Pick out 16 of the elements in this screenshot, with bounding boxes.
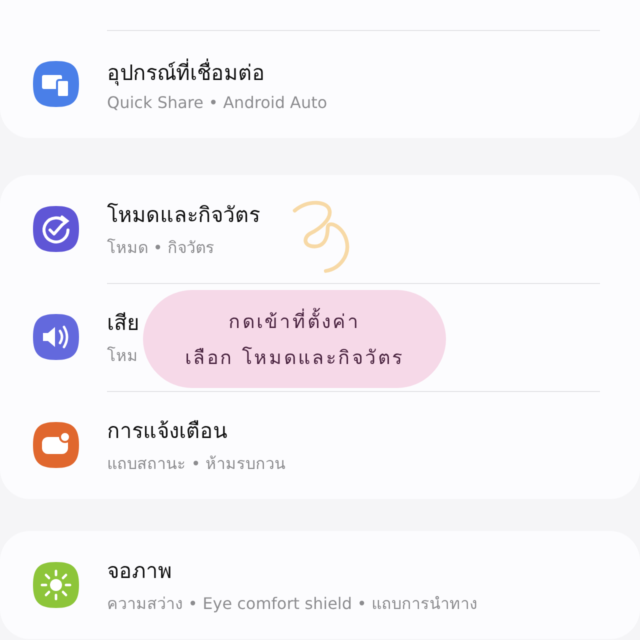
setting-summary: ความสว่าง • Eye comfort shield • แถบการนำทาง bbox=[107, 593, 478, 615]
setting-summary: Quick Share • Android Auto bbox=[107, 93, 328, 112]
setting-title: โหมดและกิจวัตร bbox=[107, 202, 260, 229]
setting-summary: โหม bbox=[107, 345, 139, 367]
notification-icon bbox=[33, 422, 79, 468]
caption-text: กดเข้าที่ตั้งค่า bbox=[228, 306, 360, 336]
setting-summary: โหมด • กิจวัตร bbox=[107, 237, 216, 259]
setting-title: เสีย bbox=[107, 310, 139, 337]
setting-title: จอภาพ bbox=[107, 558, 173, 585]
speaker-icon bbox=[33, 314, 79, 360]
setting-summary: แถบสถานะ • ห้ามรบกวน bbox=[107, 453, 286, 475]
devices-icon bbox=[33, 61, 79, 107]
caption-text: เลือก โหมดและกิจวัตร bbox=[184, 346, 404, 371]
sun-icon bbox=[33, 562, 79, 608]
setting-title: การแจ้งเตือน bbox=[107, 418, 228, 445]
setting-title: อุปกรณ์ที่เชื่อมต่อ bbox=[107, 56, 328, 89]
